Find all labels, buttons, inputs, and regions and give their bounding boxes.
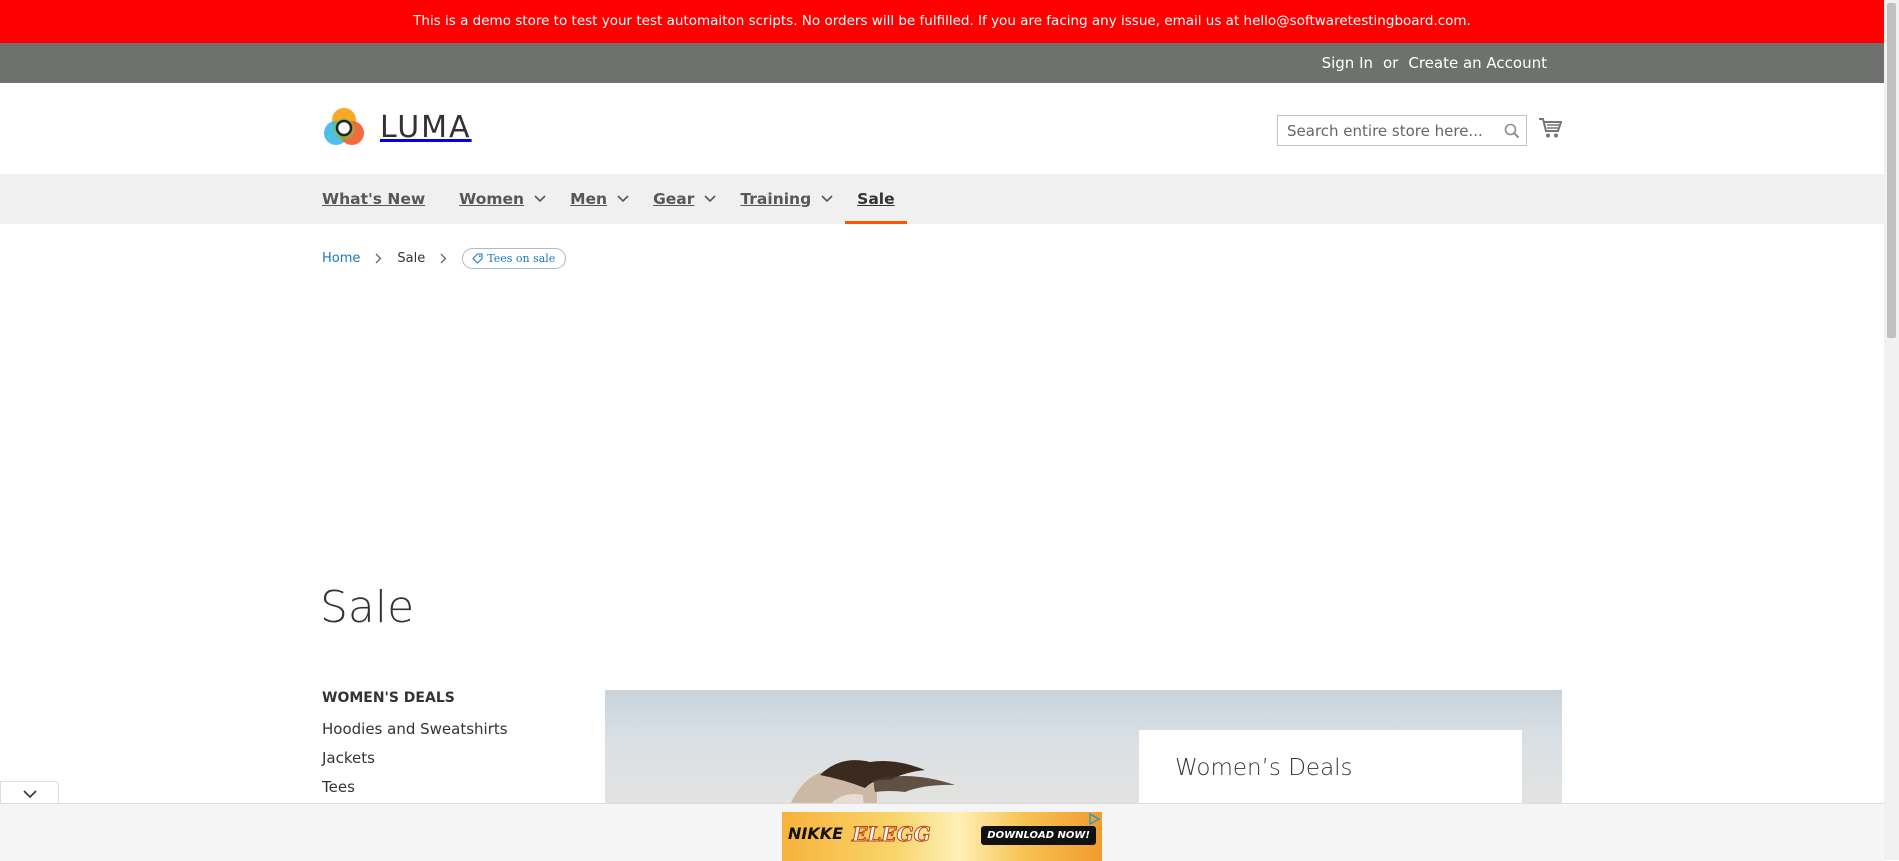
ad-brand: NIKKE <box>788 824 844 843</box>
sign-in-link[interactable]: Sign In <box>1322 43 1373 83</box>
nav-item-women[interactable]: Women <box>447 174 558 224</box>
ad-choices-icon[interactable] <box>1088 813 1100 825</box>
cart-icon[interactable] <box>1538 117 1563 143</box>
nav-item-whats-new[interactable]: What's New <box>322 174 447 224</box>
chevron-right-icon <box>440 253 447 264</box>
logo-text: LUMA <box>380 109 472 145</box>
nav-item-label: Training <box>740 190 812 208</box>
chevron-down-icon <box>22 789 37 798</box>
sidebar-title: WOMEN'S DEALS <box>322 690 455 706</box>
header-links: Sign In or Create an Account <box>1322 43 1547 83</box>
nav-item-gear[interactable]: Gear <box>641 174 728 224</box>
nav-item-label: Women <box>459 190 525 208</box>
scrollbar[interactable] <box>1884 0 1899 860</box>
promo-banner[interactable]: Women’s Deals <box>605 690 1562 810</box>
tag-pill[interactable]: Tees on sale <box>462 247 567 269</box>
chevron-down-icon <box>821 195 833 203</box>
search-icon[interactable] <box>1498 123 1526 139</box>
breadcrumb-home[interactable]: Home <box>322 251 360 266</box>
ad-banner[interactable]: NIKKE ELEGG DOWNLOAD NOW! <box>782 812 1102 861</box>
promo-title: Women’s Deals <box>1175 755 1353 781</box>
luma-logo-icon <box>324 108 364 145</box>
search-box <box>1277 115 1527 146</box>
nav-item-label: Men <box>570 190 608 208</box>
breadcrumb: Home Sale Tees on sale <box>322 246 567 270</box>
sidebar-item-jackets[interactable]: Jackets <box>322 749 562 767</box>
chevron-right-icon <box>375 253 382 264</box>
create-account-link[interactable]: Create an Account <box>1408 43 1547 83</box>
panel-header: Sign In or Create an Account <box>0 43 1884 83</box>
nav-item-label: Gear <box>653 190 695 208</box>
nav-item-label: Sale <box>857 190 895 208</box>
search-input[interactable] <box>1278 116 1498 145</box>
nav-item-sale[interactable]: Sale <box>845 174 907 224</box>
breadcrumb-sale: Sale <box>397 250 426 266</box>
promo-card: Women’s Deals <box>1139 730 1522 810</box>
nav-item-label: What's New <box>322 190 426 208</box>
demo-notice: This is a demo store to test your test a… <box>0 0 1884 43</box>
nav-item-men[interactable]: Men <box>558 174 641 224</box>
chevron-down-icon <box>534 195 546 203</box>
sidebar-item-tees[interactable]: Tees <box>322 778 562 796</box>
ad-bar: NIKKE ELEGG DOWNLOAD NOW! <box>0 803 1884 861</box>
chevron-down-icon <box>704 195 716 203</box>
tag-icon <box>472 252 483 264</box>
logo[interactable]: LUMA <box>322 105 472 149</box>
chevron-down-icon <box>617 195 629 203</box>
or-text: or <box>1383 54 1399 72</box>
tag-pill-label: Tees on sale <box>487 251 556 265</box>
promo-image <box>790 760 955 810</box>
scrollbar-thumb[interactable] <box>1887 3 1896 338</box>
nav-item-training[interactable]: Training <box>728 174 845 224</box>
page-title: Sale <box>320 582 415 633</box>
ad-cta-button[interactable]: DOWNLOAD NOW! <box>981 826 1096 845</box>
sidebar: WOMEN'S DEALS Hoodies and Sweatshirts Ja… <box>322 690 562 807</box>
header-main: LUMA <box>0 83 1884 174</box>
ad-logo: ELEGG <box>852 822 932 847</box>
main-nav: What's New Women Men Gear Training Sale <box>0 174 1884 224</box>
sidebar-item-hoodies[interactable]: Hoodies and Sweatshirts <box>322 720 562 738</box>
